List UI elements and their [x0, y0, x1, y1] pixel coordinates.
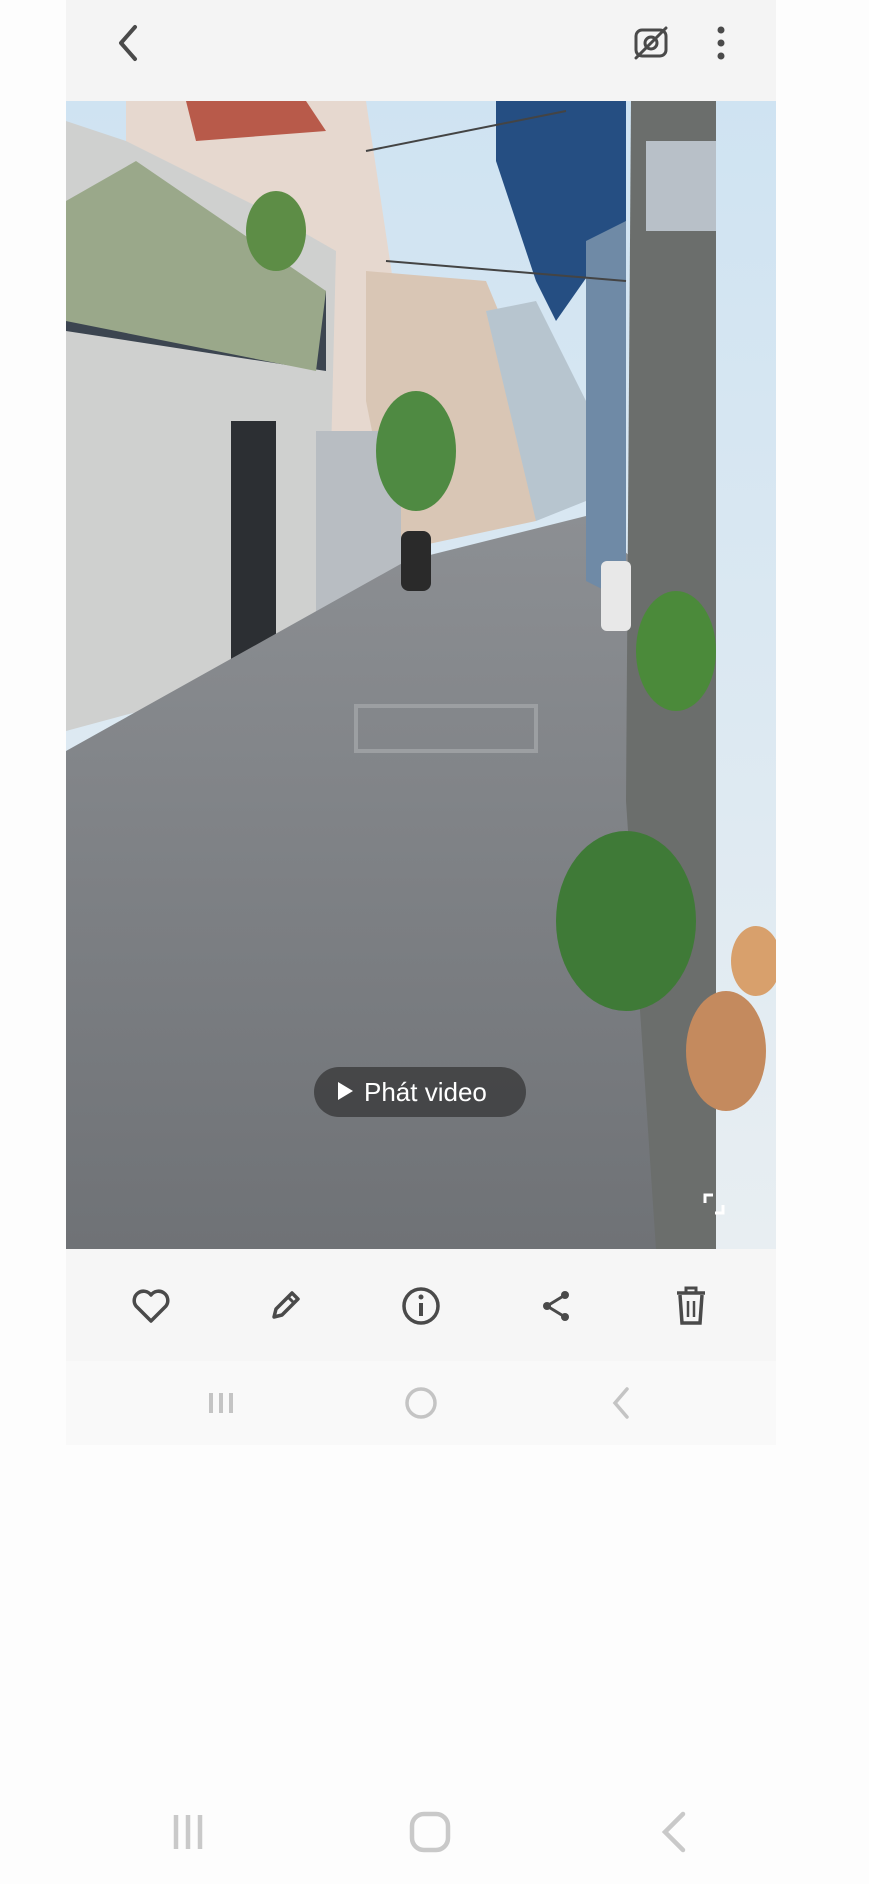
home-icon[interactable]: [400, 1804, 460, 1860]
recents-icon[interactable]: [196, 1381, 246, 1425]
home-icon[interactable]: [396, 1381, 446, 1425]
recents-icon[interactable]: [158, 1804, 218, 1860]
motion-photo-off-icon[interactable]: [626, 18, 676, 68]
share-icon[interactable]: [531, 1281, 581, 1331]
play-video-label: Phát video: [364, 1076, 487, 1107]
device-nav-bar: [0, 1780, 869, 1884]
bottom-action-bar: [66, 1249, 776, 1361]
info-icon[interactable]: [396, 1281, 446, 1331]
system-nav-bar: [66, 1361, 776, 1445]
play-icon: [336, 1077, 354, 1108]
trash-icon[interactable]: [666, 1281, 716, 1331]
more-options-icon[interactable]: [696, 18, 746, 68]
play-video-button[interactable]: Phát video: [314, 1067, 526, 1117]
top-app-bar: [66, 0, 776, 101]
back-icon[interactable]: [644, 1804, 704, 1860]
heart-icon[interactable]: [126, 1281, 176, 1331]
back-icon[interactable]: [596, 1381, 646, 1425]
expand-icon[interactable]: [696, 1186, 732, 1222]
gallery-viewer: Phát video: [66, 0, 776, 1445]
back-arrow-icon[interactable]: [104, 18, 154, 68]
pencil-icon[interactable]: [260, 1281, 310, 1331]
